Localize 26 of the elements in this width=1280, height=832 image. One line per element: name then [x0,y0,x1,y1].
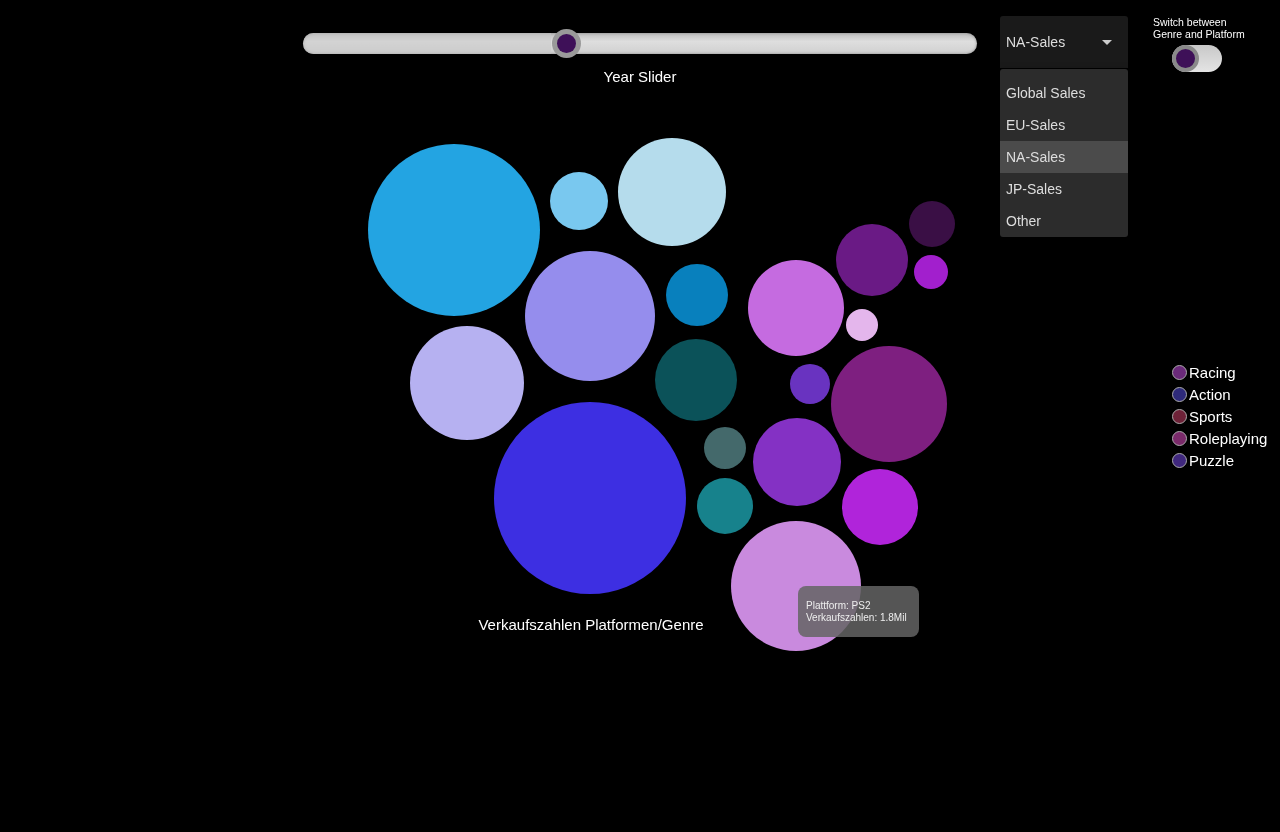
slider-label: Year Slider [603,68,677,85]
bubble[interactable] [410,326,524,440]
tooltip-text: Plattform: PS2 [806,600,872,612]
tooltip-text: Verkaufszahlen: 1.8Mil [806,612,908,624]
dropdown-option[interactable]: EU-Sales [1000,109,1128,141]
toggle-switch[interactable] [1172,45,1222,72]
dropdown-option[interactable]: JP-Sales [1000,173,1128,205]
metric-dropdown[interactable]: NA-Sales [1000,16,1128,68]
legend-label: Puzzle [1189,452,1235,469]
legend-label: Action [1189,386,1231,403]
legend-label: Sports [1189,408,1233,425]
legend-label: Racing [1189,364,1236,381]
bubble[interactable] [368,144,540,316]
caret-icon [1102,39,1112,45]
dropdown-option[interactable]: Global Sales [1000,77,1128,109]
dropdown-option[interactable]: NA-Sales [1000,141,1128,173]
bubble[interactable] [748,260,844,356]
slider-thumb[interactable] [551,29,581,58]
dropdown-option[interactable]: Other [1000,205,1128,237]
bubble[interactable] [525,251,655,381]
switch-label: Switch between Genre and Platform [1153,16,1245,40]
legend-label: Roleplaying [1189,430,1268,447]
bubble[interactable] [846,309,878,341]
chart-caption: Verkaufszahlen Platformen/Genre [478,616,704,633]
bubble[interactable] [550,172,608,230]
bubble[interactable] [618,138,726,246]
